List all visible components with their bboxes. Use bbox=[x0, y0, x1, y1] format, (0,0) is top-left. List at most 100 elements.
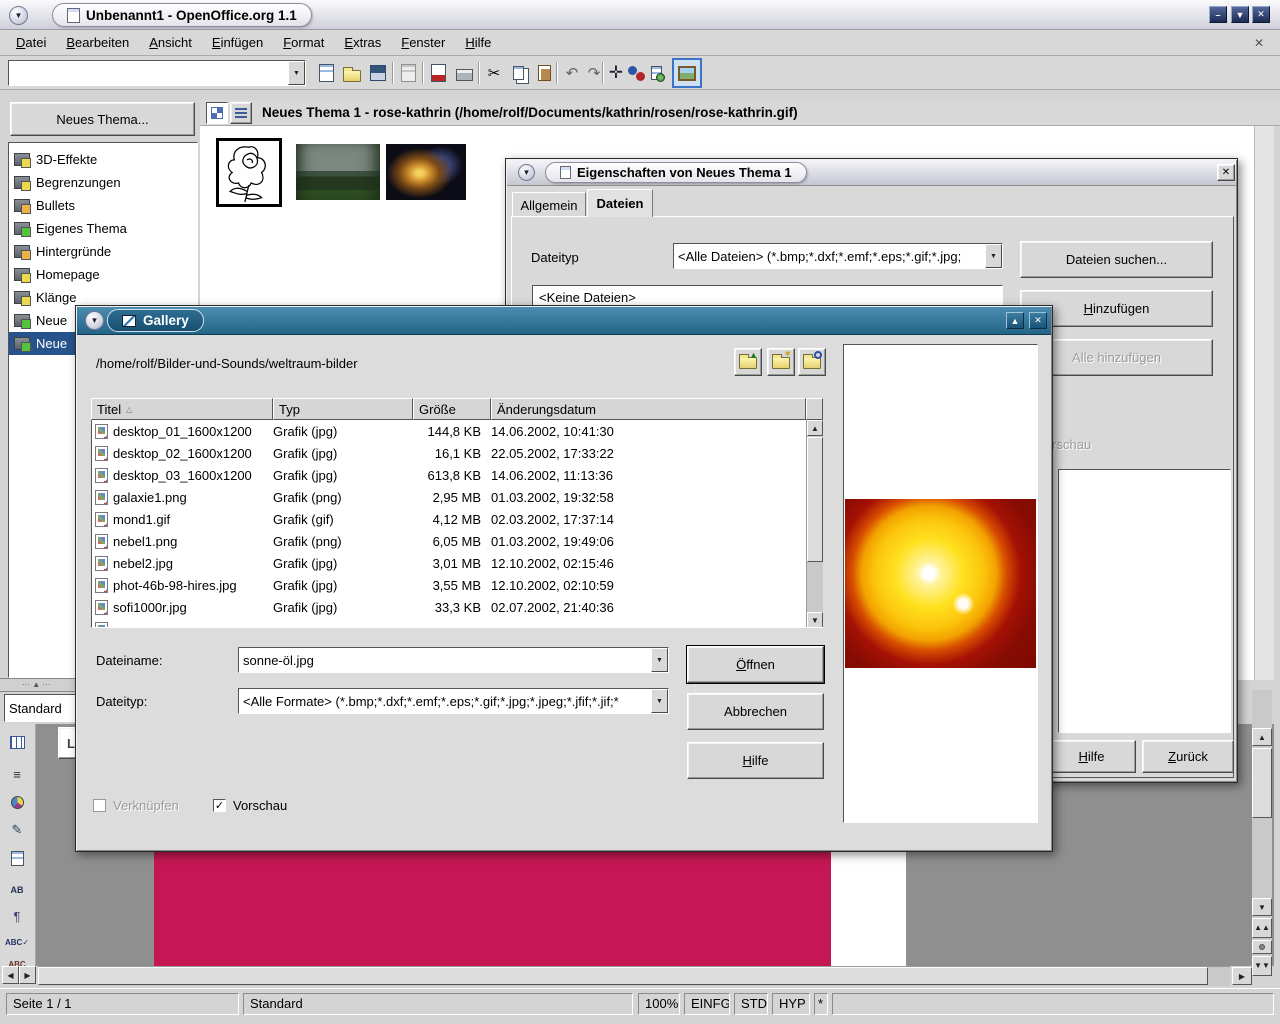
menu-fenster[interactable]: Fenster bbox=[391, 32, 455, 53]
filename-combobox[interactable]: ▼ bbox=[238, 647, 669, 673]
insert-form-icon[interactable] bbox=[5, 846, 29, 870]
dialog-menu-button[interactable]: ▼ bbox=[518, 164, 535, 181]
next-page-icon[interactable]: ▼▼ bbox=[1252, 956, 1272, 976]
file-row-partial[interactable] bbox=[92, 618, 823, 628]
column-header-datum[interactable]: Änderungsdatum bbox=[491, 398, 806, 420]
close-document-icon[interactable]: ✕ bbox=[1250, 34, 1268, 52]
help-button[interactable]: Hilfe bbox=[687, 742, 824, 779]
menu-hilfe[interactable]: Hilfe bbox=[455, 32, 501, 53]
find-files-button[interactable]: Dateien suchen... bbox=[1020, 241, 1213, 278]
shade-icon[interactable]: ▲ bbox=[1006, 312, 1024, 329]
new-theme-button[interactable]: Neues Thema... bbox=[10, 102, 195, 136]
table-scroll-up-icon[interactable]: ▲ bbox=[807, 420, 823, 436]
url-combobox[interactable]: ▼ bbox=[8, 60, 306, 86]
copy-icon[interactable] bbox=[506, 61, 530, 85]
export-pdf-icon[interactable] bbox=[426, 61, 450, 85]
navigation-dot-icon[interactable] bbox=[1252, 940, 1272, 954]
autotext-icon[interactable]: AB bbox=[5, 878, 29, 902]
cancel-button[interactable]: Abbrechen bbox=[687, 693, 824, 730]
tab-dateien-active[interactable]: Dateien bbox=[587, 189, 653, 217]
properties-close-icon[interactable]: ✕ bbox=[1217, 164, 1235, 181]
menu-format[interactable]: Format bbox=[273, 32, 334, 53]
back-button[interactable]: Zurück bbox=[1142, 740, 1234, 773]
insert-fields-icon[interactable]: ≡ bbox=[5, 762, 29, 786]
theme-item-begrenzungen[interactable]: Begrenzungen bbox=[9, 171, 197, 194]
gallery-panel-scrollbar[interactable] bbox=[1254, 126, 1274, 680]
thumbnail-nebula[interactable] bbox=[386, 144, 466, 200]
file-row[interactable]: nebel2.jpgGrafik (jpg)3,01 MB12.10.2002,… bbox=[92, 552, 823, 574]
window-menu-button[interactable]: ▼ bbox=[9, 6, 28, 25]
table-scroll-down-icon[interactable]: ▼ bbox=[807, 612, 823, 628]
dropdown-arrow-icon[interactable]: ▼ bbox=[985, 244, 1002, 268]
properties-help-button[interactable]: Hilfe bbox=[1047, 740, 1136, 773]
menu-einfuegen[interactable]: Einfügen bbox=[202, 32, 273, 53]
filetype-combobox[interactable]: <Alle Formate> (*.bmp;*.dxf;*.emf;*.eps;… bbox=[238, 688, 669, 714]
file-row[interactable]: desktop_01_1600x1200Grafik (jpg)144,8 KB… bbox=[92, 420, 823, 442]
new-document-icon[interactable] bbox=[314, 61, 338, 85]
paste-icon[interactable] bbox=[532, 61, 556, 85]
url-input[interactable] bbox=[9, 66, 288, 81]
table-scrollbar[interactable]: ▲ ▼ bbox=[806, 420, 823, 628]
icon-view-toggle[interactable] bbox=[206, 102, 228, 124]
dialog-menu-button[interactable]: ▼ bbox=[85, 311, 104, 330]
scroll-right-icon[interactable]: ▶ bbox=[1232, 967, 1252, 985]
theme-item-bullets[interactable]: Bullets bbox=[9, 194, 197, 217]
dropdown-arrow-icon[interactable]: ▼ bbox=[651, 648, 668, 672]
status-hyperlink-mode[interactable]: HYP bbox=[772, 993, 810, 1015]
theme-item-hintergruende[interactable]: Hintergründe bbox=[9, 240, 197, 263]
shade-button[interactable]: ▼ bbox=[1231, 6, 1249, 23]
preview-checkbox-checked[interactable]: ✓ Vorschau bbox=[213, 798, 287, 813]
close-button[interactable]: ✕ bbox=[1252, 6, 1270, 23]
cut-icon[interactable]: ✂ bbox=[482, 61, 506, 85]
theme-item-3d-effekte[interactable]: 3D-Effekte bbox=[9, 148, 197, 171]
status-insert-mode[interactable]: EINFG bbox=[684, 993, 730, 1015]
properties-filetype-combobox[interactable]: <Alle Dateien> (*.bmp;*.dxf;*.emf;*.eps;… bbox=[673, 243, 1003, 269]
nonprinting-characters-icon[interactable]: ¶ bbox=[5, 904, 29, 928]
up-one-level-button[interactable]: ▲ bbox=[734, 348, 762, 376]
new-folder-button[interactable]: ✶ bbox=[767, 348, 795, 376]
previous-page-icon[interactable]: ▲▲ bbox=[1252, 918, 1272, 938]
gallery-toggle-selected[interactable] bbox=[672, 58, 702, 88]
insert-object-chart-icon[interactable] bbox=[5, 790, 29, 814]
scroll-down-icon[interactable]: ▼ bbox=[1252, 898, 1272, 916]
filename-input[interactable] bbox=[239, 653, 651, 668]
file-row[interactable]: phot-46b-98-hires.jpgGrafik (jpg)3,55 MB… bbox=[92, 574, 823, 596]
theme-item-eigenes-thema[interactable]: Eigenes Thema bbox=[9, 217, 197, 240]
tab-allgemein[interactable]: Allgemein bbox=[512, 192, 586, 217]
save-icon[interactable] bbox=[366, 61, 390, 85]
column-header-titel[interactable]: Titel△ bbox=[91, 398, 273, 420]
default-directory-button[interactable] bbox=[798, 348, 826, 376]
menu-extras[interactable]: Extras bbox=[334, 32, 391, 53]
file-row[interactable]: mond1.gifGrafik (gif)4,12 MB02.03.2002, … bbox=[92, 508, 823, 530]
thumbnail-horses[interactable] bbox=[296, 144, 380, 200]
table-scrollbar-thumb[interactable] bbox=[807, 437, 823, 562]
file-row[interactable]: nebel1.pngGrafik (png)6,05 MB01.03.2002,… bbox=[92, 530, 823, 552]
open-button[interactable]: Öffnen bbox=[687, 646, 824, 683]
file-row[interactable]: sofi1000r.jpgGrafik (jpg)33,3 KB02.07.20… bbox=[92, 596, 823, 618]
spellcheck-icon[interactable]: ABC✓ bbox=[5, 930, 29, 954]
draw-functions-icon[interactable]: ✎ bbox=[5, 818, 29, 842]
vertical-scrollbar-thumb[interactable] bbox=[1252, 748, 1272, 818]
status-zoom[interactable]: 100% bbox=[638, 993, 680, 1015]
status-style[interactable]: Standard bbox=[243, 993, 633, 1015]
insert-table-icon[interactable] bbox=[5, 730, 29, 754]
column-header-groesse[interactable]: Größe bbox=[413, 398, 491, 420]
dropdown-arrow-icon[interactable]: ▼ bbox=[651, 689, 668, 713]
toolbar-scroll-left-icon[interactable]: ◀ bbox=[2, 966, 19, 984]
dialog-close-icon[interactable]: ✕ bbox=[1029, 312, 1047, 329]
stylist-icon[interactable] bbox=[624, 61, 648, 85]
scroll-up-icon[interactable]: ▲ bbox=[1252, 728, 1272, 746]
list-view-toggle[interactable] bbox=[230, 102, 252, 124]
menu-ansicht[interactable]: Ansicht bbox=[139, 32, 202, 53]
url-dropdown-arrow-icon[interactable]: ▼ bbox=[288, 61, 305, 85]
status-selection-mode[interactable]: STD bbox=[734, 993, 768, 1015]
horizontal-scrollbar-thumb[interactable] bbox=[38, 967, 1208, 985]
file-row[interactable]: desktop_02_1600x1200Grafik (jpg)16,1 KB2… bbox=[92, 442, 823, 464]
toolbar-scroll-right-icon[interactable]: ▶ bbox=[19, 966, 36, 984]
minimize-button[interactable]: – bbox=[1209, 6, 1227, 23]
theme-item-homepage[interactable]: Homepage bbox=[9, 263, 197, 286]
file-row[interactable]: desktop_03_1600x1200Grafik (jpg)613,8 KB… bbox=[92, 464, 823, 486]
print-icon[interactable] bbox=[452, 61, 476, 85]
thumbnail-rose-selected[interactable] bbox=[216, 138, 282, 207]
menu-bearbeiten[interactable]: Bearbeiten bbox=[56, 32, 139, 53]
